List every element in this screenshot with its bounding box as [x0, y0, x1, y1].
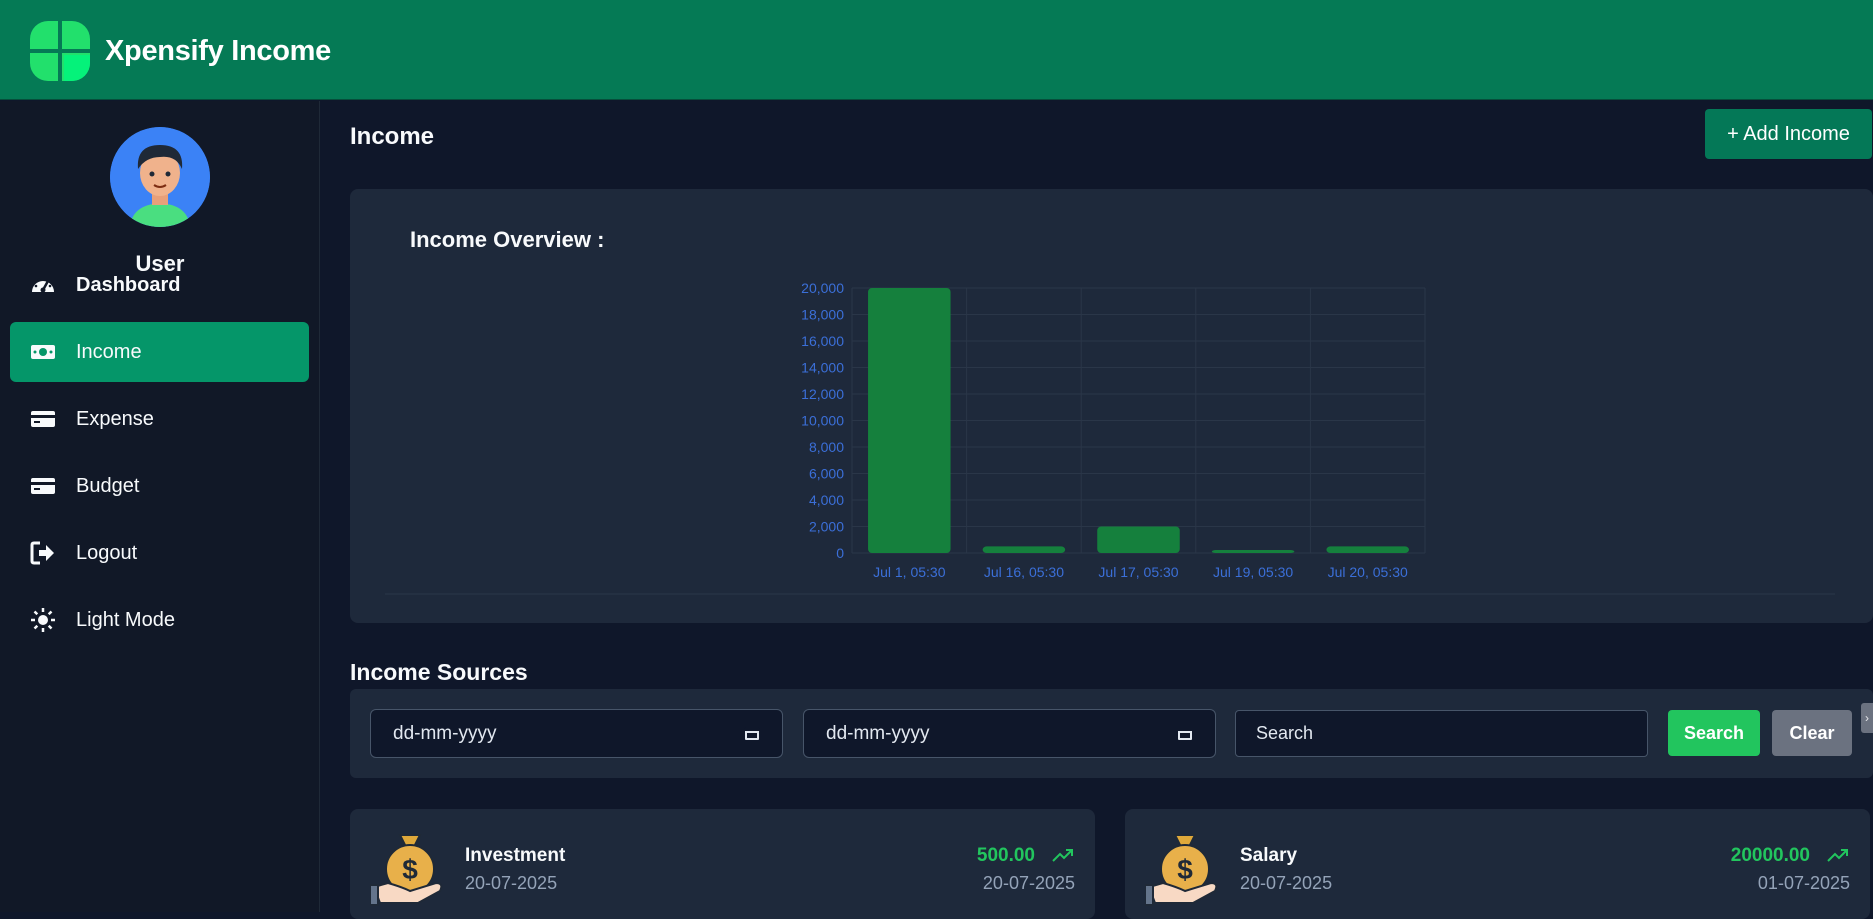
logout-icon — [30, 540, 56, 566]
svg-text:$: $ — [1177, 854, 1193, 885]
search-button[interactable]: Search — [1668, 710, 1760, 756]
sidebar: User Dashboard Income Expense Budget Log… — [0, 101, 320, 912]
sidebar-item-expense[interactable]: Expense — [10, 389, 309, 449]
date-placeholder: dd-mm-yyyy — [393, 722, 497, 744]
trending-up-icon — [1052, 849, 1073, 862]
sun-icon — [30, 607, 56, 633]
top-header: Xpensify Income — [0, 0, 1873, 100]
trending-up-icon — [1827, 849, 1848, 862]
y-tick-label: 0 — [836, 545, 844, 561]
chart-bar — [1326, 546, 1409, 553]
money-bag-icon: $ — [370, 834, 443, 906]
app-title: Xpensify Income — [105, 35, 331, 67]
page-title: Income — [350, 123, 435, 150]
sidebar-item-label: Budget — [76, 474, 140, 497]
income-card[interactable]: $ Investment 20-07-2025 500.00 20-07-202… — [350, 809, 1095, 919]
credit-card-icon — [30, 406, 56, 432]
sidebar-item-label: Logout — [76, 541, 138, 564]
svg-text:$: $ — [402, 854, 418, 885]
sidebar-item-label: Light Mode — [76, 608, 175, 631]
source-name: Investment — [465, 845, 566, 866]
source-date: 20-07-2025 — [1240, 873, 1333, 893]
user-avatar-icon — [110, 127, 210, 227]
income-bar-chart: 0 2,000 4,000 6,000 8,000 10,000 12,000 14,000 1… — [385, 280, 1835, 595]
avatar[interactable] — [110, 127, 210, 227]
app-logo-icon — [30, 21, 90, 81]
y-tick-label: 2,000 — [809, 519, 844, 535]
income-date: 01-07-2025 — [1757, 873, 1850, 893]
income-amount: 20000.00 — [1730, 845, 1810, 866]
x-tick-label: Jul 16, 05:30 — [984, 564, 1064, 580]
date-placeholder: dd-mm-yyyy — [826, 722, 930, 744]
gauge-icon — [30, 272, 56, 298]
y-tick-label: 18,000 — [801, 307, 844, 323]
source-name: Salary — [1240, 845, 1298, 866]
y-tick-label: 14,000 — [801, 360, 844, 376]
sidebar-item-label: Income — [76, 340, 142, 363]
y-tick-label: 12,000 — [801, 386, 844, 402]
y-tick-label: 8,000 — [809, 439, 844, 455]
calendar-icon[interactable] — [1177, 725, 1193, 741]
clear-button[interactable]: Clear — [1772, 710, 1852, 756]
chart-bar — [1097, 526, 1180, 553]
chart-bar — [1211, 550, 1295, 553]
sidebar-item-dashboard[interactable]: Dashboard — [10, 255, 309, 315]
x-tick-label: Jul 17, 05:30 — [1098, 564, 1178, 580]
x-tick-label: Jul 19, 05:30 — [1213, 564, 1293, 580]
cash-icon — [30, 339, 56, 365]
chart-bar — [982, 546, 1066, 553]
sidebar-item-budget[interactable]: Budget — [10, 456, 309, 516]
source-date: 20-07-2025 — [465, 873, 558, 893]
y-tick-label: 4,000 — [809, 492, 844, 508]
y-tick-label: 20,000 — [801, 280, 844, 296]
income-card[interactable]: $ Salary 20-07-2025 20000.00 01-07-2025 — [1125, 809, 1870, 919]
y-tick-label: 10,000 — [801, 413, 844, 429]
chart-bar — [868, 288, 951, 553]
wallet-icon — [30, 473, 56, 499]
sidebar-item-light-mode[interactable]: Light Mode — [10, 590, 309, 650]
sidebar-item-income[interactable]: Income — [10, 322, 309, 382]
filter-bar: dd-mm-yyyy dd-mm-yyyy Search Clear › — [350, 689, 1873, 778]
y-tick-label: 16,000 — [801, 333, 844, 349]
from-date-input[interactable]: dd-mm-yyyy — [370, 709, 783, 758]
income-date: 20-07-2025 — [982, 873, 1075, 893]
to-date-input[interactable]: dd-mm-yyyy — [803, 709, 1216, 758]
income-overview-card: Income Overview : 0 2,000 4,000 6,000 8,000 1… — [350, 189, 1873, 623]
add-income-button[interactable]: + Add Income — [1705, 109, 1872, 159]
x-tick-label: Jul 1, 05:30 — [873, 564, 946, 580]
calendar-icon[interactable] — [744, 725, 760, 741]
y-tick-label: 6,000 — [809, 466, 844, 482]
search-input[interactable] — [1235, 710, 1648, 757]
sidebar-item-logout[interactable]: Logout — [10, 523, 309, 583]
money-bag-icon: $ — [1145, 834, 1218, 906]
sidebar-item-label: Expense — [76, 407, 154, 430]
x-tick-label: Jul 20, 05:30 — [1328, 564, 1408, 580]
income-amount: 500.00 — [976, 845, 1035, 866]
income-sources-title: Income Sources — [350, 659, 528, 685]
sidebar-item-label: Dashboard — [76, 273, 181, 296]
collapse-handle[interactable]: › — [1861, 703, 1873, 733]
